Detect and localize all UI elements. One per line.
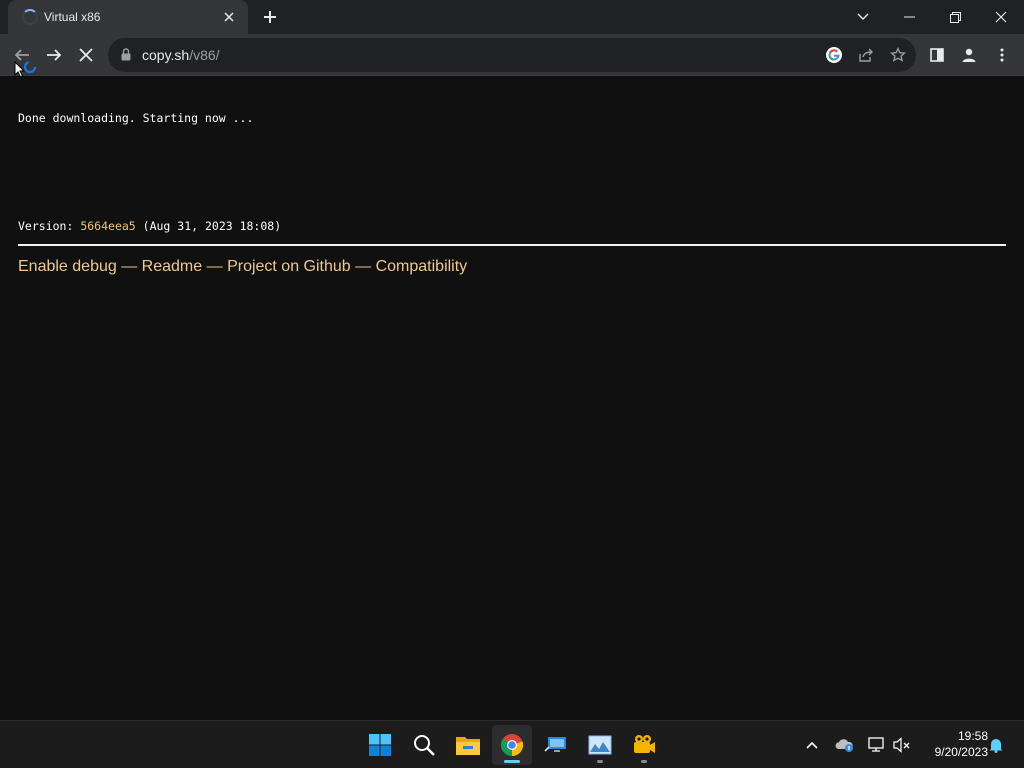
star-icon [890, 47, 906, 62]
media-app-button[interactable] [624, 725, 664, 765]
show-hidden-icons-button[interactable] [798, 729, 826, 761]
share-icon [859, 48, 873, 62]
profile-icon [962, 48, 976, 62]
url-path: /v86/ [189, 47, 220, 63]
version-date: (Aug 31, 2023 18:08) [142, 219, 282, 233]
new-tab-button[interactable] [258, 5, 282, 29]
lock-icon[interactable] [121, 48, 131, 61]
close-icon [995, 11, 1007, 23]
clock-date: 9/20/2023 [934, 745, 988, 759]
onedrive-tray-button[interactable] [830, 729, 858, 761]
windows-start-icon [369, 734, 391, 756]
close-window-button[interactable] [978, 0, 1024, 34]
chrome-menu-button[interactable] [986, 39, 1018, 71]
compatibility-link[interactable]: Compatibility [376, 258, 468, 275]
photos-icon [588, 735, 612, 755]
file-explorer-icon [456, 737, 480, 755]
stop-loading-button[interactable] [70, 39, 102, 71]
volume-tray-button[interactable] [888, 729, 916, 761]
chevron-up-icon [806, 741, 818, 749]
version-hash-link[interactable]: 5664eea5 [80, 219, 135, 233]
enable-debug-link[interactable]: Enable debug [18, 258, 117, 275]
url-text[interactable]: copy.sh/v86/ [142, 47, 220, 63]
link-separator: — [206, 258, 223, 275]
mouse-cursor-busy-icon [14, 61, 37, 78]
restore-button[interactable] [932, 0, 978, 34]
system-clock[interactable]: 19:58 9/20/2023 [916, 728, 988, 760]
forward-icon [47, 49, 62, 61]
remote-desktop-button[interactable] [536, 725, 576, 765]
running-indicator [641, 760, 647, 763]
chrome-icon [500, 734, 524, 757]
close-icon [224, 12, 234, 22]
remote-desktop-icon [544, 737, 566, 752]
minimize-icon [903, 16, 915, 18]
onedrive-icon [835, 739, 853, 752]
google-icon [826, 47, 842, 63]
side-panel-icon [930, 48, 944, 62]
profile-button[interactable] [953, 39, 985, 71]
tab-title: Virtual x86 [44, 10, 101, 24]
notifications-button[interactable] [982, 729, 1010, 761]
start-button[interactable] [360, 725, 400, 765]
tab-virtual-x86[interactable]: Virtual x86 [8, 0, 248, 34]
windows-taskbar: 19:58 9/20/2023 [0, 720, 1024, 768]
restore-icon [949, 11, 961, 23]
github-project-link[interactable]: Project on Github [227, 258, 351, 275]
media-app-icon [634, 735, 655, 753]
tab-close-button[interactable] [220, 8, 238, 26]
loading-spinner-icon [22, 9, 38, 25]
minimize-button[interactable] [886, 0, 932, 34]
bookmark-star-button[interactable] [882, 39, 914, 71]
stop-icon [79, 48, 93, 62]
share-button[interactable] [850, 39, 882, 71]
running-indicator [597, 760, 603, 763]
search-icon [414, 735, 435, 756]
chrome-taskbar-button[interactable] [492, 725, 532, 765]
url-host: copy.sh [142, 47, 190, 63]
network-icon [868, 737, 884, 752]
google-lens-button[interactable] [818, 39, 850, 71]
chevron-down-icon [857, 13, 869, 20]
tab-search-button[interactable] [840, 0, 886, 34]
divider [18, 244, 1006, 246]
network-tray-button[interactable] [862, 729, 890, 761]
file-explorer-button[interactable] [448, 725, 488, 765]
forward-button[interactable] [38, 39, 70, 71]
plus-icon [264, 11, 276, 23]
volume-muted-icon [893, 737, 910, 753]
address-bar[interactable]: copy.sh/v86/ [108, 38, 916, 72]
version-line: Version: 5664eea5 (Aug 31, 2023 18:08) [18, 219, 281, 233]
menu-icon [1000, 48, 1004, 62]
taskbar-search-button[interactable] [404, 725, 444, 765]
link-separator: — [355, 258, 372, 275]
version-label: Version: [18, 219, 74, 233]
side-panel-button[interactable] [921, 39, 953, 71]
active-indicator [504, 760, 520, 763]
notification-bell-icon [989, 739, 1003, 753]
footer-links: Enable debug — Readme — Project on Githu… [18, 258, 467, 276]
browser-toolbar: copy.sh/v86/ [0, 34, 1024, 76]
readme-link[interactable]: Readme [142, 258, 202, 275]
page-content: Done downloading. Starting now ... Versi… [0, 77, 1024, 720]
tab-strip: Virtual x86 [0, 0, 1024, 34]
photos-button[interactable] [580, 725, 620, 765]
clock-time: 19:58 [957, 729, 988, 743]
link-separator: — [121, 258, 138, 275]
boot-status-text: Done downloading. Starting now ... [18, 111, 254, 125]
